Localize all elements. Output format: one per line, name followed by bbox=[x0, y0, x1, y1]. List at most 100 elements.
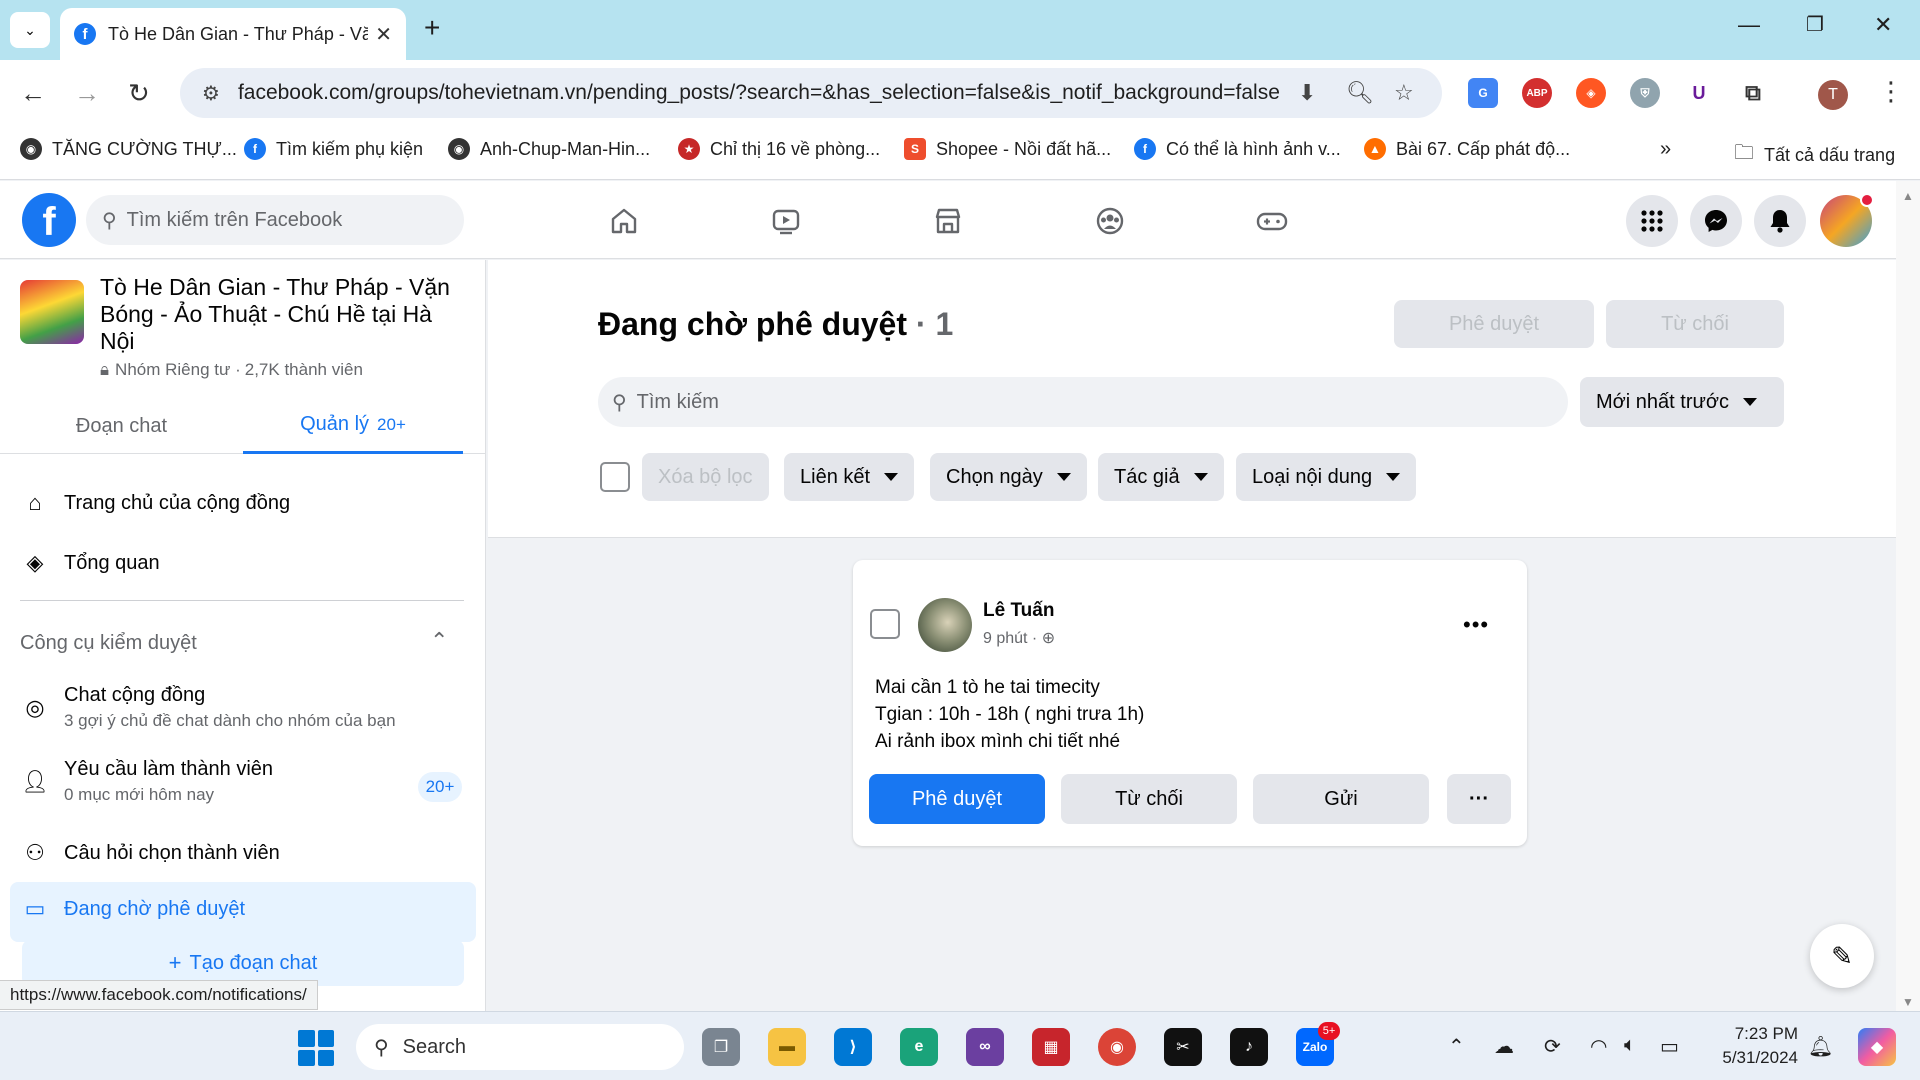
bookmark-item[interactable]: ◉ Anh-Chup-Man-Hin... bbox=[448, 138, 650, 160]
select-all-checkbox[interactable] bbox=[600, 462, 630, 492]
sidebar-item-member-requests[interactable]: 👤︎ Yêu cầu làm thành viên 0 mục mới hôm n… bbox=[20, 758, 273, 805]
battery-icon[interactable]: ▭ bbox=[1660, 1034, 1679, 1059]
browser-tab[interactable]: f Tò He Dân Gian - Thư Pháp - Vă ✕ bbox=[60, 8, 406, 60]
windows-start-icon[interactable] bbox=[298, 1030, 334, 1066]
filter-link[interactable]: Liên kết bbox=[784, 453, 915, 501]
office-app-icon[interactable]: ▦ bbox=[1032, 1028, 1070, 1066]
post-more-button[interactable]: ··· bbox=[1447, 774, 1511, 824]
approve-post-button[interactable]: Phê duyệt bbox=[869, 774, 1045, 824]
bookmark-item[interactable]: ★ Chỉ thị 16 về phòng... bbox=[678, 138, 880, 160]
minimize-button[interactable]: — bbox=[1738, 12, 1760, 38]
back-button[interactable]: ← bbox=[20, 78, 46, 109]
forward-button[interactable]: → bbox=[74, 78, 100, 109]
sidebar-item-pending-posts[interactable]: ▭ Đang chờ phê duyệt bbox=[20, 896, 245, 922]
install-app-icon[interactable]: ⬇ bbox=[1298, 80, 1316, 106]
facebook-search-input[interactable] bbox=[126, 208, 427, 232]
shield-extension-icon[interactable]: ⛨ bbox=[1630, 78, 1660, 108]
sidebar-item-membership-questions[interactable]: ⚇ Câu hỏi chọn thành viên bbox=[20, 840, 280, 866]
tab-chats[interactable]: Đoạn chat bbox=[0, 398, 243, 454]
chrome-menu-icon[interactable]: ⋮ bbox=[1878, 76, 1904, 107]
ublock-extension-icon[interactable]: U bbox=[1684, 78, 1714, 108]
reject-all-button[interactable]: Từ chối bbox=[1606, 300, 1784, 348]
notification-bell-icon[interactable]: 🔔︎ bbox=[1808, 1034, 1833, 1059]
vscode-icon[interactable]: ⟩ bbox=[834, 1028, 872, 1066]
group-members[interactable]: 2,7K thành viên bbox=[245, 360, 363, 380]
extensions-puzzle-icon[interactable]: ⧉ bbox=[1738, 78, 1768, 108]
tab-search-button[interactable]: ⌄ bbox=[10, 12, 50, 48]
close-window-button[interactable]: ✕ bbox=[1874, 12, 1892, 38]
visual-studio-icon[interactable]: ∞ bbox=[966, 1028, 1004, 1066]
taskbar-clock[interactable]: 7:23 PM 5/31/2024 bbox=[1712, 1022, 1798, 1070]
copilot-icon[interactable]: ◆ bbox=[1858, 1028, 1896, 1066]
bookmark-item[interactable]: f Có thể là hình ảnh v... bbox=[1134, 138, 1341, 160]
address-bar[interactable]: ⚙ facebook.com/groups/tohevietnam.vn/pen… bbox=[180, 68, 1442, 118]
sort-dropdown[interactable]: Mới nhất trước bbox=[1580, 377, 1784, 427]
bookmark-star-icon[interactable]: ☆ bbox=[1394, 80, 1414, 106]
bookmark-item[interactable]: ▲ Bài 67. Cấp phát độ... bbox=[1364, 138, 1570, 160]
edge-icon[interactable]: e bbox=[900, 1028, 938, 1066]
home-nav-icon[interactable] bbox=[602, 199, 646, 243]
reject-post-button[interactable]: Từ chối bbox=[1061, 774, 1237, 824]
bookmark-item[interactable]: f Tìm kiếm phụ kiện bbox=[244, 138, 423, 160]
filter-content-type[interactable]: Loại nội dung bbox=[1236, 453, 1417, 501]
chevron-up-icon[interactable]: ⌃ bbox=[430, 628, 448, 654]
author-avatar[interactable] bbox=[918, 598, 972, 652]
post-time-text[interactable]: 9 phút · bbox=[983, 630, 1042, 647]
new-tab-button[interactable]: + bbox=[424, 12, 440, 44]
pending-search-input[interactable] bbox=[636, 390, 1537, 414]
sidebar-item-overview[interactable]: ◈ Tổng quan bbox=[20, 550, 160, 576]
facebook-search-box[interactable]: ⚲ bbox=[86, 195, 464, 245]
menu-grid-button[interactable] bbox=[1626, 195, 1678, 247]
bookmark-item[interactable]: S Shopee - Nồi đất hã... bbox=[904, 138, 1111, 160]
adblock-plus-icon[interactable]: ABP bbox=[1522, 78, 1552, 108]
page-scrollbar[interactable]: ▲ ▼ bbox=[1896, 181, 1920, 1011]
tiktok-icon[interactable]: ♪ bbox=[1230, 1028, 1268, 1066]
restore-button[interactable]: ❐ bbox=[1806, 12, 1824, 37]
capcut-icon[interactable]: ✂ bbox=[1164, 1028, 1202, 1066]
sidebar-item-community-chat[interactable]: ◎ Chat cộng đồng 3 gợi ý chủ đề chat dành… bbox=[20, 684, 395, 731]
groups-nav-icon[interactable] bbox=[1088, 199, 1132, 243]
chrome-taskbar-icon[interactable]: ◉ bbox=[1098, 1028, 1136, 1066]
scroll-up-icon[interactable]: ▲ bbox=[1902, 189, 1914, 203]
clear-filters-button[interactable]: Xóa bộ lọc bbox=[642, 453, 769, 501]
reload-button[interactable]: ↻ bbox=[128, 78, 150, 109]
wifi-icon[interactable]: ◠ bbox=[1590, 1034, 1607, 1059]
approve-all-button[interactable]: Phê duyệt bbox=[1394, 300, 1594, 348]
filter-date[interactable]: Chọn ngày bbox=[930, 453, 1087, 501]
show-hidden-icons-chevron-icon[interactable]: ⌃ bbox=[1448, 1034, 1465, 1059]
site-info-icon[interactable]: ⚙ bbox=[202, 81, 220, 106]
post-options-icon[interactable]: ••• bbox=[1463, 612, 1489, 638]
group-cover-thumbnail[interactable] bbox=[20, 280, 84, 344]
new-message-compose-icon[interactable]: ✎ bbox=[1810, 924, 1874, 988]
google-translate-icon[interactable]: G bbox=[1468, 78, 1498, 108]
all-bookmarks-folder[interactable]: 🗀 Tất cả dấu trang bbox=[1734, 138, 1895, 172]
chrome-profile-avatar[interactable]: T bbox=[1818, 80, 1848, 110]
account-avatar[interactable] bbox=[1820, 193, 1874, 247]
onedrive-cloud-icon[interactable]: ☁ bbox=[1494, 1034, 1514, 1059]
notifications-button[interactable] bbox=[1754, 195, 1806, 247]
post-author[interactable]: Lê Tuấn bbox=[983, 600, 1054, 622]
marketplace-nav-icon[interactable] bbox=[926, 199, 970, 243]
scroll-down-icon[interactable]: ▼ bbox=[1902, 995, 1914, 1009]
extension-hex-icon[interactable]: ◈ bbox=[1576, 78, 1606, 108]
messenger-button[interactable] bbox=[1690, 195, 1742, 247]
sidebar-item-community-home[interactable]: ⌂ Trang chủ của cộng đồng bbox=[20, 490, 290, 516]
filter-author[interactable]: Tác giả bbox=[1098, 453, 1224, 501]
file-explorer-icon[interactable]: ▬ bbox=[768, 1028, 806, 1066]
gaming-nav-icon[interactable] bbox=[1250, 199, 1294, 243]
task-view-icon[interactable]: ❐ bbox=[702, 1028, 740, 1066]
tab-manage[interactable]: Quản lý 20+ bbox=[243, 398, 463, 454]
more-bookmarks-chevron-icon[interactable]: » bbox=[1660, 138, 1671, 161]
pending-search-box[interactable]: ⚲ bbox=[598, 377, 1568, 427]
tab-close-icon[interactable]: ✕ bbox=[375, 22, 392, 47]
post-select-checkbox[interactable] bbox=[870, 609, 900, 639]
bookmark-item[interactable]: ◉ TĂNG CƯỜNG THỰ... bbox=[20, 138, 237, 160]
watch-nav-icon[interactable] bbox=[764, 199, 808, 243]
zoom-icon[interactable]: 🔍︎ bbox=[1346, 80, 1374, 106]
volume-icon[interactable]: 🔈︎ bbox=[1624, 1034, 1636, 1057]
taskbar-search[interactable]: ⚲ Search bbox=[356, 1024, 684, 1070]
sync-icon[interactable]: ⟳ bbox=[1544, 1034, 1561, 1059]
send-post-button[interactable]: Gửi bbox=[1253, 774, 1429, 824]
group-name[interactable]: Tò He Dân Gian - Thư Pháp - Vặn Bóng - Ả… bbox=[100, 274, 470, 355]
facebook-logo-icon[interactable]: f bbox=[22, 193, 76, 247]
